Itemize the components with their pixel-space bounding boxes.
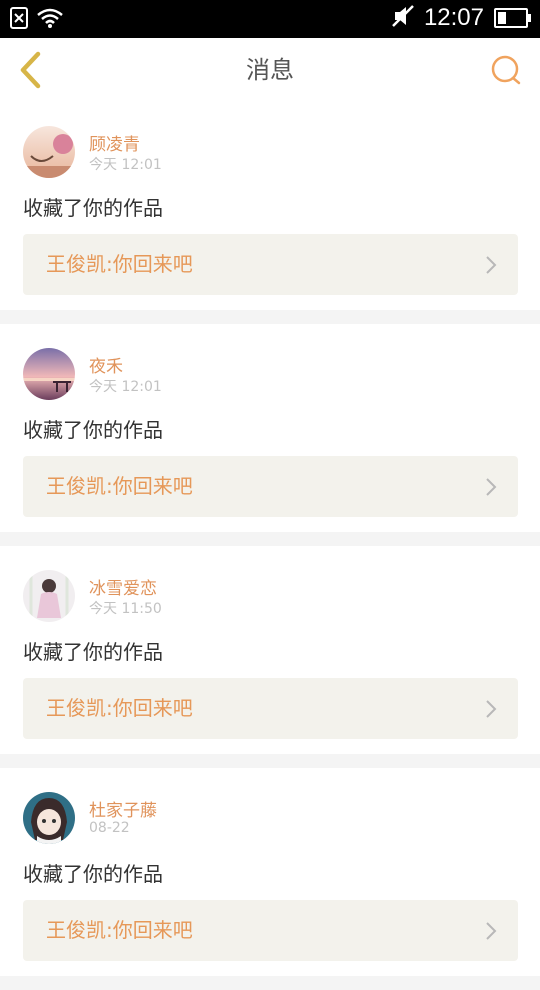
timestamp: 08-22: [89, 820, 130, 836]
search-button[interactable]: [488, 52, 524, 88]
status-bar: 12:07: [0, 0, 540, 38]
timestamp: 今天 12:01: [89, 157, 162, 173]
username[interactable]: 顾凌青: [89, 130, 140, 155]
sim-blocked-icon: [10, 7, 28, 33]
wifi-icon: [36, 7, 64, 33]
search-icon: [491, 55, 521, 85]
avatar[interactable]: [23, 126, 75, 178]
chevron-left-icon: [20, 51, 41, 89]
avatar[interactable]: [23, 792, 75, 844]
work-link[interactable]: 王俊凯:你回来吧: [23, 456, 518, 517]
chevron-right-icon: [486, 256, 497, 274]
timestamp: 今天 12:01: [89, 379, 162, 395]
action-text: 收藏了你的作品: [23, 640, 163, 664]
timestamp: 今天 11:50: [89, 601, 162, 617]
action-text: 收藏了你的作品: [23, 196, 163, 220]
work-title: 王俊凯:你回来吧: [46, 696, 193, 720]
chevron-right-icon: [486, 478, 497, 496]
message-list: 顾凌青 今天 12:01 收藏了你的作品 王俊凯:你回来吧 夜禾 今天 12:0…: [0, 102, 540, 990]
top-bar: 消息: [0, 38, 540, 103]
username[interactable]: 杜家子藤: [89, 796, 157, 821]
mute-icon: [392, 4, 414, 32]
username[interactable]: 冰雪爱恋: [89, 574, 157, 599]
message-card: 夜禾 今天 12:01 收藏了你的作品 王俊凯:你回来吧: [0, 324, 540, 532]
chevron-right-icon: [486, 700, 497, 718]
message-card: 冰雪爱恋 今天 11:50 收藏了你的作品 王俊凯:你回来吧: [0, 546, 540, 754]
status-time: 12:07: [423, 4, 484, 31]
status-left: [10, 7, 64, 33]
page-title: 消息: [246, 56, 294, 84]
action-text: 收藏了你的作品: [23, 418, 163, 442]
work-link[interactable]: 王俊凯:你回来吧: [23, 234, 518, 295]
action-text: 收藏了你的作品: [23, 862, 163, 886]
chevron-right-icon: [486, 922, 497, 940]
message-card: 顾凌青 今天 12:01 收藏了你的作品 王俊凯:你回来吧: [0, 102, 540, 310]
work-title: 王俊凯:你回来吧: [46, 474, 193, 498]
back-button[interactable]: [10, 49, 52, 91]
message-card: 杜家子藤 08-22 收藏了你的作品 王俊凯:你回来吧: [0, 768, 540, 976]
username[interactable]: 夜禾: [89, 352, 123, 377]
status-right: 12:07: [392, 4, 531, 32]
work-link[interactable]: 王俊凯:你回来吧: [23, 900, 518, 961]
work-link[interactable]: 王俊凯:你回来吧: [23, 678, 518, 739]
work-title: 王俊凯:你回来吧: [46, 252, 193, 276]
avatar[interactable]: [23, 570, 75, 622]
work-title: 王俊凯:你回来吧: [46, 918, 193, 942]
avatar[interactable]: [23, 348, 75, 400]
battery-icon: [494, 8, 531, 28]
